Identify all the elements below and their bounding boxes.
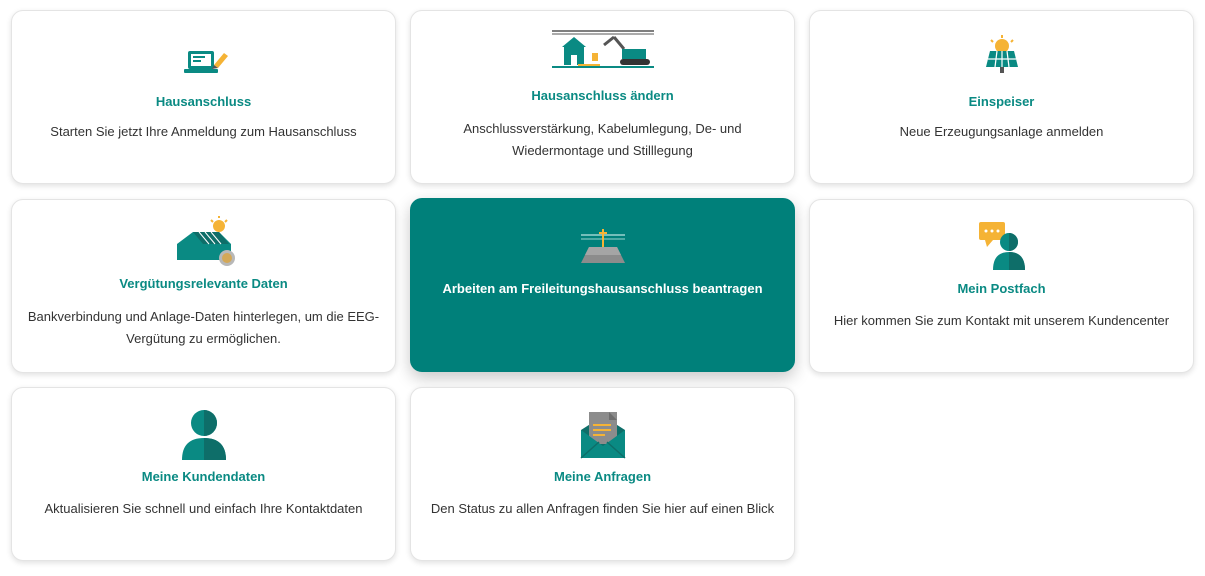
card-title: Meine Anfragen — [553, 469, 652, 484]
card-mein-postfach[interactable]: Mein Postfach Hier kommen Sie zum Kontak… — [809, 199, 1194, 373]
card-description: Starten Sie jetzt Ihre Anmeldung zum Hau… — [50, 124, 357, 139]
card-title: Hausanschluss ändern — [531, 88, 674, 103]
card-freileitungshausanschluss[interactable]: Arbeiten am Freileitungshausanschluss be… — [410, 198, 795, 372]
solar-roof-coin-icon — [176, 216, 235, 266]
card-meine-anfragen[interactable]: Meine Anfragen Den Status zu allen Anfra… — [410, 387, 795, 561]
card-description: Hier kommen Sie zum Kontakt mit unserem … — [833, 313, 1170, 328]
house-excavator-icon — [551, 30, 654, 68]
card-title: Meine Kundendaten — [141, 469, 266, 484]
card-title: Vergütungsrelevante Daten — [119, 276, 288, 291]
card-description: Neue Erzeugungsanlage anmelden — [899, 124, 1104, 139]
card-description: Anschlussverstärkung, Kabelumlegung, De-… — [463, 121, 742, 158]
card-description: Den Status zu allen Anfragen finden Sie … — [430, 501, 775, 516]
card-einspeiser[interactable]: Einspeiser Neue Erzeugungsanlage anmelde… — [809, 10, 1194, 184]
card-description: Aktualisieren Sie schnell und einfach Ih… — [44, 501, 363, 516]
envelope-document-icon — [580, 412, 625, 459]
chat-person-icon — [978, 222, 1025, 270]
card-title: Hausanschluss — [155, 94, 252, 109]
card-meine-kundendaten[interactable]: Meine Kundendaten Aktualisieren Sie schn… — [11, 387, 396, 561]
laptop-pen-icon — [183, 51, 228, 73]
roof-powerline-icon — [580, 229, 625, 263]
person-icon — [181, 410, 226, 460]
card-hausanschluss[interactable]: Hausanschluss Starten Sie jetzt Ihre Anm… — [11, 10, 396, 184]
card-description: Bankverbindung und Anlage-Daten hinterle… — [27, 309, 380, 346]
card-title: Arbeiten am Freileitungshausanschluss be… — [442, 281, 763, 296]
card-title: Mein Postfach — [957, 281, 1046, 296]
solar-panel-icon — [985, 35, 1018, 73]
card-title: Einspeiser — [968, 94, 1035, 109]
card-hausanschluss-aendern[interactable]: Hausanschluss ändern Anschlussverstärkun… — [410, 10, 795, 184]
card-verguetungsrelevante-daten[interactable]: Vergütungsrelevante Daten Bankverbindung… — [11, 199, 396, 373]
service-card-grid: Hausanschluss Starten Sie jetzt Ihre Anm… — [0, 0, 1205, 576]
